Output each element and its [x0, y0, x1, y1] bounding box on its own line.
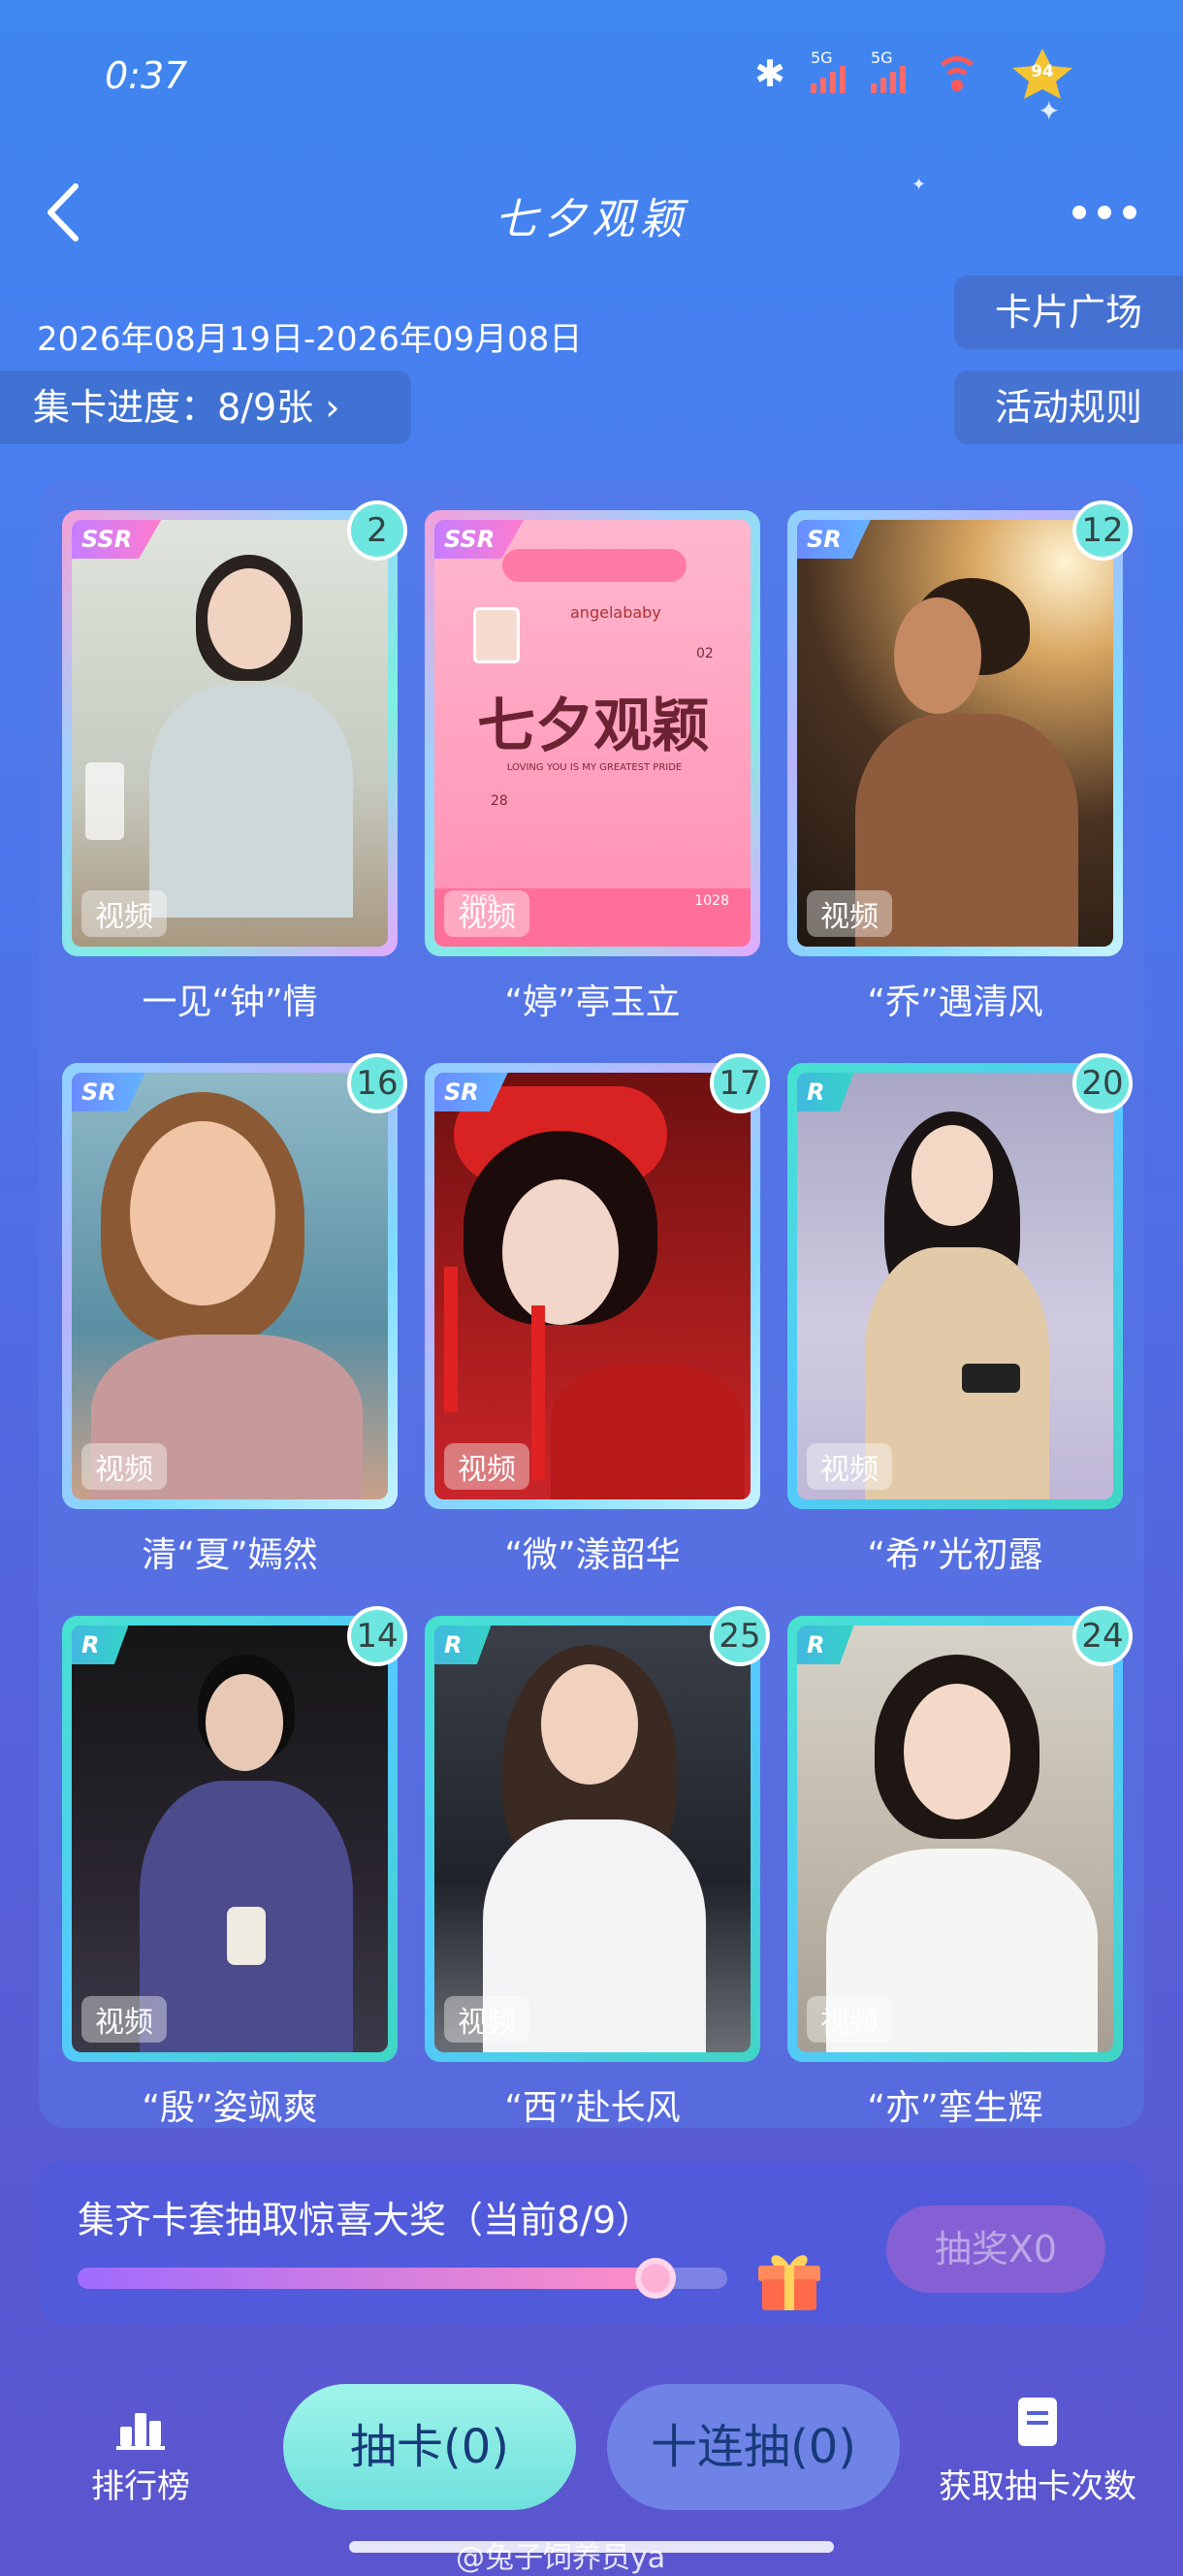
reward-panel: 集齐卡套抽取惊喜大奖（当前8/9） 抽奖X0: [39, 2161, 1144, 2324]
chevron-right-icon: ›: [325, 386, 340, 429]
card-item[interactable]: R 视频 25 “西”赴长风: [401, 1585, 770, 2128]
card-item[interactable]: SR 视频 17 “微”漾韶华: [401, 1032, 770, 1585]
leaderboard-button[interactable]: 排行榜: [68, 2398, 213, 2507]
signal-icon: 5G: [811, 48, 846, 93]
get-draw-count-label: 获取抽卡次数: [939, 2467, 1136, 2506]
card-photo: SSR 视频: [72, 520, 388, 947]
status-icons: ✱ 5G 5G 94: [754, 47, 1076, 101]
card-art-badge: 02: [696, 646, 714, 661]
video-tag: 视频: [807, 890, 892, 937]
card-count-badge: 16: [347, 1053, 407, 1113]
card-item[interactable]: R 视频 14 “殷”姿飒爽: [39, 1585, 407, 2128]
card-art-badge: 28: [491, 793, 508, 809]
card-item[interactable]: R 视频 20 “希”光初露: [764, 1032, 1133, 1585]
card-name: 一见“钟”情: [142, 982, 318, 1022]
status-bar: 0:37 ✱ 5G 5G 94: [0, 0, 1183, 145]
leaderboard-icon: [114, 2398, 167, 2450]
collection-progress-button[interactable]: 集卡进度：8/9张 ›: [0, 370, 411, 444]
draw-ten-button[interactable]: 十连抽(0): [607, 2384, 900, 2510]
card-count-badge: 24: [1072, 1606, 1133, 1666]
card-count-badge: 25: [710, 1606, 770, 1666]
collection-progress-label: 集卡进度：8/9张: [33, 386, 314, 429]
video-tag: 视频: [81, 1443, 167, 1490]
card-item[interactable]: SR 视频 12 “乔”遇清风: [764, 479, 1133, 1032]
card-photo: R 视频: [797, 1073, 1113, 1499]
more-options-icon[interactable]: [1072, 206, 1136, 219]
get-draw-count-button[interactable]: 获取抽卡次数: [921, 2398, 1154, 2507]
card-name: 清“夏”嫣然: [142, 1535, 318, 1575]
card-name: “希”光初露: [867, 1535, 1043, 1575]
draw-card-button[interactable]: 抽卡(0): [283, 2384, 576, 2510]
battery-icon: 94: [1008, 47, 1076, 101]
card-name: “亦”挛生辉: [867, 2088, 1043, 2128]
activity-rules-button[interactable]: 活动规则: [954, 370, 1183, 444]
card-art-subtitle: angelababy: [570, 603, 661, 622]
document-icon: [1018, 2398, 1057, 2446]
card-art-number: 1028: [694, 893, 729, 909]
card-grid: SSR 视频 2 一见“钟”情 angelababy 七夕观颖 LOVING Y…: [39, 479, 1144, 2128]
video-tag: 视频: [807, 1443, 892, 1490]
watermark: @兔子饲养员ya: [456, 2541, 666, 2575]
lottery-button[interactable]: 抽奖X0: [886, 2206, 1105, 2293]
card-item[interactable]: SSR 视频 2 一见“钟”情: [39, 479, 407, 1032]
reward-title: 集齐卡套抽取惊喜大奖（当前8/9）: [78, 2199, 654, 2241]
card-count-badge: 12: [1072, 500, 1133, 561]
card-count-badge: 2: [347, 500, 407, 561]
event-date-range: 2026年08月19日-2026年09月08日: [37, 320, 583, 359]
card-count-badge: 20: [1072, 1053, 1133, 1113]
card-photo: SR 视频: [797, 520, 1113, 947]
card-name: “婷”亭玉立: [504, 982, 681, 1022]
card-photo: R 视频: [434, 1626, 751, 2052]
reward-progress-bar: [78, 2268, 727, 2289]
video-tag: 视频: [444, 1996, 529, 2043]
wifi-icon: [931, 54, 983, 93]
card-photo: R 视频: [797, 1626, 1113, 2052]
card-name: “微”漾韶华: [504, 1535, 681, 1575]
card-name: “殷”姿飒爽: [142, 2088, 318, 2128]
video-tag: 视频: [81, 890, 167, 937]
card-item[interactable]: angelababy 七夕观颖 LOVING YOU IS MY GREATES…: [401, 479, 760, 1032]
video-tag: 视频: [444, 890, 529, 937]
card-photo: SR 视频: [434, 1073, 751, 1499]
card-item[interactable]: R 视频 24 “亦”挛生辉: [764, 1585, 1133, 2128]
video-tag: 视频: [81, 1996, 167, 2043]
card-name: “乔”遇清风: [867, 982, 1043, 1022]
video-tag: 视频: [444, 1443, 529, 1490]
card-photo: angelababy 七夕观颖 LOVING YOU IS MY GREATES…: [434, 520, 751, 947]
reward-progress-knob: [634, 2258, 676, 2299]
bluetooth-icon: ✱: [754, 52, 785, 95]
card-count-badge: 14: [347, 1606, 407, 1666]
signal-icon: 5G: [871, 48, 906, 93]
card-art-caption: LOVING YOU IS MY GREATEST PRIDE: [506, 762, 683, 773]
card-art-title: 七夕观颖: [477, 692, 710, 760]
card-count-badge: 17: [710, 1053, 770, 1113]
reward-progress-fill: [78, 2268, 655, 2289]
card-item[interactable]: SR 视频 16 清“夏”嫣然: [39, 1032, 407, 1585]
video-tag: 视频: [807, 1996, 892, 2043]
card-photo: R 视频: [72, 1626, 388, 2052]
leaderboard-label: 排行榜: [91, 2467, 190, 2506]
card-plaza-button[interactable]: 卡片广场: [954, 275, 1183, 349]
card-name: “西”赴长风: [504, 2088, 681, 2128]
status-time: 0:37: [105, 54, 188, 97]
card-photo: SR 视频: [72, 1073, 388, 1499]
gift-icon: [758, 2255, 820, 2310]
page-title: 七夕观颖: [495, 195, 688, 244]
